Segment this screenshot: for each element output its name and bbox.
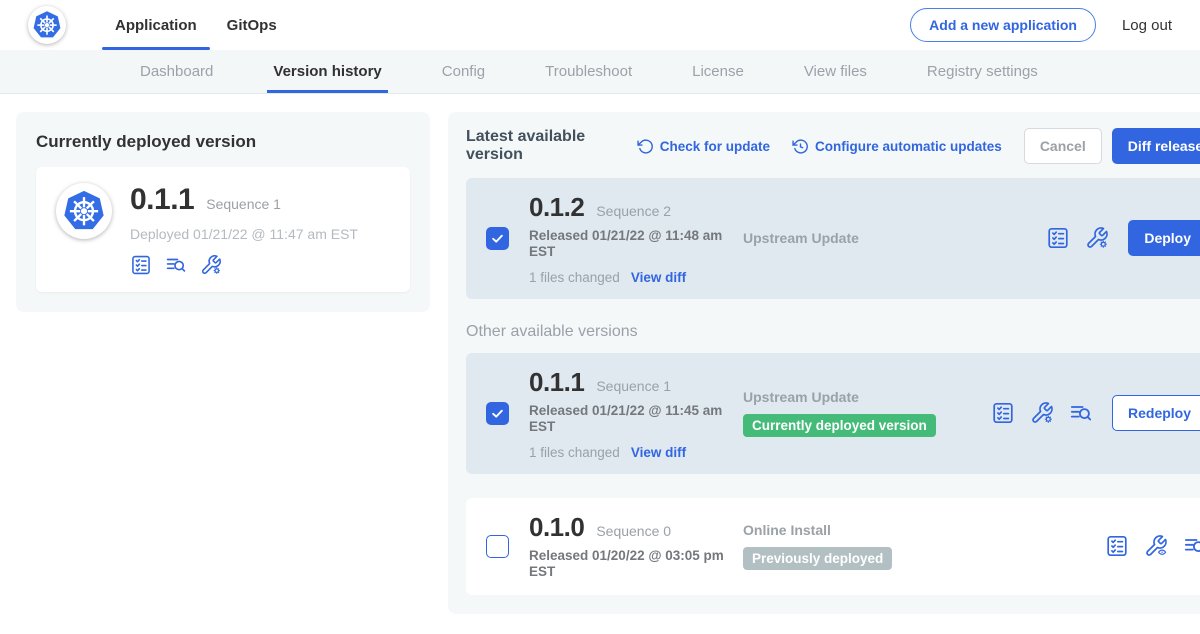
version-actions bbox=[1105, 534, 1200, 558]
edit-config-icon[interactable] bbox=[1030, 401, 1054, 425]
source-label: Upstream Update bbox=[743, 389, 991, 405]
configure-updates-label: Configure automatic updates bbox=[815, 139, 1002, 154]
view-config-icon[interactable] bbox=[1144, 534, 1168, 558]
checkmark-icon bbox=[490, 406, 505, 421]
kubernetes-logo bbox=[28, 6, 66, 44]
diff-releases-button[interactable]: Diff releases bbox=[1112, 128, 1200, 164]
currently-deployed-panel: Currently deployed version 0.1.1 Sequenc… bbox=[16, 112, 430, 312]
version-source: Upstream Update bbox=[743, 230, 991, 246]
cancel-button[interactable]: Cancel bbox=[1024, 128, 1102, 164]
version-row-0-1-1: 0.1.1 Sequence 1 Released 01/21/22 @ 11:… bbox=[466, 353, 1200, 474]
version-source: Online Install Previously deployed bbox=[743, 522, 991, 570]
version-number: 0.1.0 bbox=[529, 512, 584, 543]
kubernetes-helm-icon bbox=[32, 10, 62, 40]
auto-update-clock-icon bbox=[792, 138, 809, 155]
version-number: 0.1.2 bbox=[529, 192, 584, 223]
configure-automatic-updates-link[interactable]: Configure automatic updates bbox=[792, 138, 1002, 155]
version-row-0-1-0: 0.1.0 Sequence 0 Released 01/20/22 @ 03:… bbox=[466, 498, 1200, 595]
source-label: Online Install bbox=[743, 522, 991, 538]
deployed-sequence-label: Sequence 1 bbox=[206, 196, 281, 212]
preflight-checklist-icon[interactable] bbox=[1046, 226, 1070, 250]
version-number: 0.1.1 bbox=[529, 367, 584, 398]
subnav-item-troubleshoot[interactable]: Troubleshoot bbox=[545, 50, 632, 93]
latest-available-title: Latest available version bbox=[466, 128, 615, 164]
subnav-item-dashboard[interactable]: Dashboard bbox=[140, 50, 213, 93]
released-timestamp: Released 01/20/22 @ 03:05 pm EST bbox=[529, 548, 724, 581]
released-timestamp: Released 01/21/22 @ 11:45 am EST bbox=[529, 403, 724, 436]
deployed-timestamp: Deployed 01/21/22 @ 11:47 am EST bbox=[130, 226, 358, 242]
subnav-item-registry-settings[interactable]: Registry settings bbox=[927, 50, 1038, 93]
redeploy-button[interactable]: Redeploy bbox=[1112, 395, 1200, 431]
sequence-label: Sequence 1 bbox=[596, 378, 671, 394]
deployed-panel-title: Currently deployed version bbox=[36, 132, 410, 152]
top-navbar: Application GitOps Add a new application… bbox=[0, 0, 1200, 50]
available-panel-header: Latest available version Check for updat… bbox=[466, 128, 1200, 164]
check-for-update-link[interactable]: Check for update bbox=[637, 138, 770, 155]
source-label: Upstream Update bbox=[743, 230, 991, 246]
preflight-checklist-icon[interactable] bbox=[1105, 534, 1129, 558]
app-subnav: Dashboard Version history Config Trouble… bbox=[0, 50, 1200, 94]
app-logo bbox=[56, 183, 112, 239]
checkmark-icon bbox=[490, 231, 505, 246]
diff-select-checkbox[interactable] bbox=[486, 402, 509, 425]
main-content: Currently deployed version 0.1.1 Sequenc… bbox=[0, 94, 1200, 614]
deploy-logs-icon[interactable] bbox=[1183, 534, 1200, 558]
deploy-button[interactable]: Deploy bbox=[1128, 220, 1200, 256]
subnav-item-license[interactable]: License bbox=[692, 50, 744, 93]
version-info: 0.1.0 Sequence 0 Released 01/20/22 @ 03:… bbox=[529, 512, 731, 581]
version-source: Upstream Update Currently deployed versi… bbox=[743, 389, 991, 437]
topnav-tabs: Application GitOps bbox=[100, 0, 292, 50]
kubernetes-helm-icon bbox=[62, 189, 106, 233]
subnav-item-view-files[interactable]: View files bbox=[804, 50, 867, 93]
diff-select-checkbox[interactable] bbox=[486, 227, 509, 250]
refresh-icon bbox=[637, 138, 654, 155]
deploy-logs-icon[interactable] bbox=[165, 254, 187, 276]
preflight-checklist-icon[interactable] bbox=[130, 254, 152, 276]
deployed-version-number: 0.1.1 bbox=[130, 183, 194, 217]
edit-config-icon[interactable] bbox=[200, 254, 222, 276]
tab-gitops[interactable]: GitOps bbox=[212, 0, 292, 50]
diff-action-buttons: Cancel Diff releases bbox=[1024, 128, 1200, 164]
deploy-logs-icon[interactable] bbox=[1069, 401, 1093, 425]
version-actions: Redeploy bbox=[991, 395, 1200, 431]
other-available-versions-title: Other available versions bbox=[466, 323, 1200, 341]
view-diff-link[interactable]: View diff bbox=[631, 445, 686, 460]
files-changed-label: 1 files changed bbox=[529, 445, 620, 460]
files-changed-label: 1 files changed bbox=[529, 270, 620, 285]
version-actions: Deploy bbox=[1046, 220, 1200, 256]
deployed-version-info: 0.1.1 Sequence 1 Deployed 01/21/22 @ 11:… bbox=[130, 183, 358, 276]
tab-application[interactable]: Application bbox=[100, 0, 212, 50]
version-info: 0.1.2 Sequence 2 Released 01/21/22 @ 11:… bbox=[529, 192, 731, 285]
subnav-item-version-history[interactable]: Version history bbox=[273, 50, 381, 93]
preflight-checklist-icon[interactable] bbox=[991, 401, 1015, 425]
released-timestamp: Released 01/21/22 @ 11:48 am EST bbox=[529, 228, 724, 261]
topnav-right: Add a new application Log out bbox=[910, 8, 1172, 42]
sequence-label: Sequence 0 bbox=[596, 523, 671, 539]
deployed-version-card: 0.1.1 Sequence 1 Deployed 01/21/22 @ 11:… bbox=[36, 167, 410, 292]
deployed-action-icons bbox=[130, 254, 358, 276]
diff-select-checkbox[interactable] bbox=[486, 535, 509, 558]
add-application-button[interactable]: Add a new application bbox=[910, 8, 1096, 42]
currently-deployed-badge: Currently deployed version bbox=[743, 414, 936, 437]
version-row-0-1-2: 0.1.2 Sequence 2 Released 01/21/22 @ 11:… bbox=[466, 178, 1200, 299]
view-diff-link[interactable]: View diff bbox=[631, 270, 686, 285]
edit-config-icon[interactable] bbox=[1085, 226, 1109, 250]
logout-link[interactable]: Log out bbox=[1122, 17, 1172, 34]
available-versions-panel: Latest available version Check for updat… bbox=[448, 112, 1200, 614]
check-for-update-label: Check for update bbox=[660, 139, 770, 154]
version-info: 0.1.1 Sequence 1 Released 01/21/22 @ 11:… bbox=[529, 367, 731, 460]
previously-deployed-badge: Previously deployed bbox=[743, 547, 892, 570]
sequence-label: Sequence 2 bbox=[596, 203, 671, 219]
subnav-item-config[interactable]: Config bbox=[442, 50, 485, 93]
